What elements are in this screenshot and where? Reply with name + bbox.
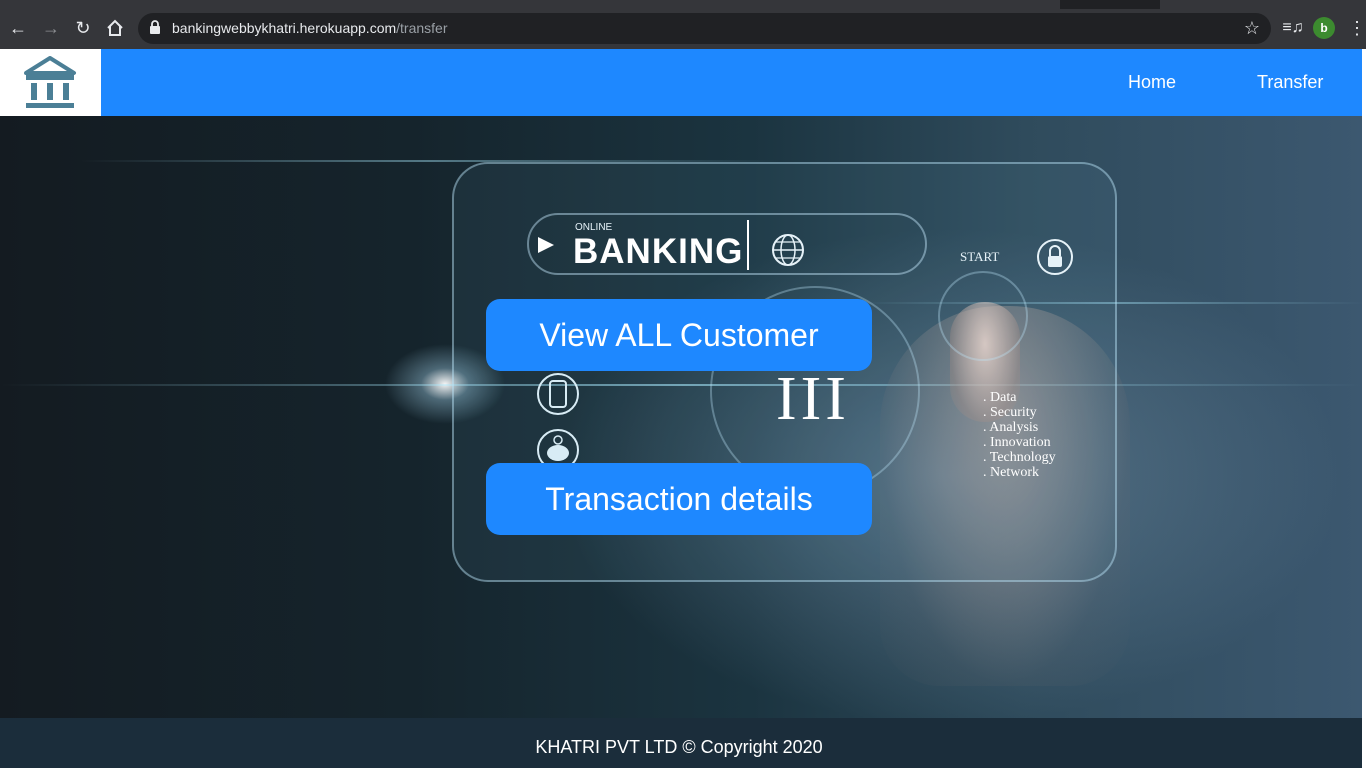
- site-logo[interactable]: [0, 49, 101, 116]
- tab-strip-right: [1160, 0, 1366, 9]
- site-footer: KHATRI PVT LTD © Copyright 2020: [0, 718, 1366, 768]
- transaction-details-button[interactable]: Transaction details: [486, 463, 872, 535]
- hero-section: ONLINE BANKING START III . Data . Securi…: [0, 116, 1366, 718]
- bank-columns-icon: III: [776, 365, 850, 433]
- url-host: bankingwebbykhatri.herokuapp.com: [172, 20, 397, 36]
- url-path: /transfer: [396, 20, 448, 36]
- arrow-left-icon[interactable]: ←: [7, 17, 29, 39]
- reload-icon[interactable]: ↻: [72, 17, 94, 39]
- profile-avatar[interactable]: b: [1313, 17, 1335, 39]
- scrollbar-track[interactable]: [1362, 49, 1366, 768]
- media-queue-icon[interactable]: ≡♫: [1282, 17, 1304, 39]
- kebab-menu-icon[interactable]: ⋮: [1348, 17, 1366, 39]
- copyright-text: KHATRI PVT LTD © Copyright 2020: [535, 737, 823, 757]
- bank-building-icon: [24, 56, 76, 108]
- view-all-customer-button[interactable]: View ALL Customer: [486, 299, 872, 371]
- nav-link-home[interactable]: Home: [1128, 71, 1176, 93]
- hologram-ring: [938, 271, 1028, 361]
- arrow-right-icon[interactable]: →: [40, 17, 62, 39]
- banking-label: BANKING: [573, 232, 744, 271]
- nav-link-transfer[interactable]: Transfer: [1257, 71, 1323, 93]
- url-text[interactable]: bankingwebbykhatri.herokuapp.com/transfe…: [172, 19, 448, 37]
- browser-toolbar: ← → ↻ bankingwebbykhatri.herokuapp.com/t…: [0, 0, 1366, 49]
- star-icon[interactable]: ☆: [1241, 17, 1263, 39]
- active-tab[interactable]: [0, 0, 1060, 9]
- tab-strip: [0, 0, 1366, 9]
- home-icon[interactable]: [104, 17, 126, 39]
- site-navbar: Home Transfer: [0, 49, 1366, 116]
- phone-icon: [536, 372, 580, 421]
- lock-icon[interactable]: [149, 20, 161, 34]
- divider: [747, 220, 749, 270]
- feature-list: . Data . Security . Analysis . Innovatio…: [983, 390, 1056, 480]
- globe-icon: [772, 234, 804, 266]
- play-icon: [538, 237, 554, 253]
- start-label: START: [960, 249, 1000, 264]
- padlock-icon: [1037, 239, 1073, 275]
